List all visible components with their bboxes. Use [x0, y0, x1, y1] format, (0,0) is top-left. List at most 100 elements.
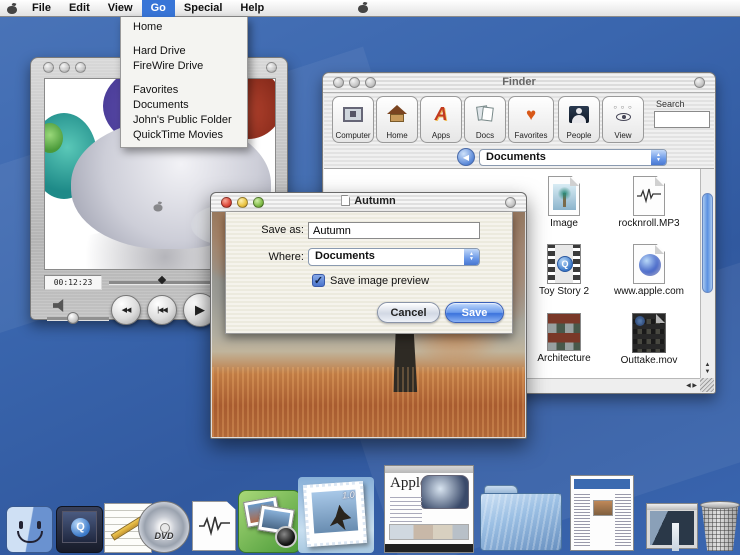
- volume-slider-knob[interactable]: [67, 312, 79, 324]
- search-input[interactable]: [654, 111, 710, 128]
- dock-webpage-icon[interactable]: [570, 475, 634, 551]
- menu-item-johns-public-folder[interactable]: John's Public Folder: [121, 113, 247, 128]
- dock-finder-icon[interactable]: [6, 506, 53, 553]
- toolbar-computer-button[interactable]: Computer: [332, 96, 374, 143]
- menu-item-home[interactable]: Home: [121, 20, 247, 35]
- file-toystory[interactable]: Q Toy Story 2: [522, 244, 606, 297]
- finder-titlebar[interactable]: Finder: [323, 73, 715, 93]
- save-as-label: Save as:: [234, 224, 304, 236]
- dock-photo-window-icon[interactable]: [646, 503, 698, 549]
- where-label: Where:: [234, 251, 304, 263]
- menu-item-firewire-drive[interactable]: FireWire Drive: [121, 59, 247, 74]
- dock-trash-icon[interactable]: [700, 501, 740, 551]
- desktop: 00:12:23 ◀◀ |◀◀ ▶ ■ Finder C: [0, 0, 740, 555]
- dvd-label: DVD: [154, 531, 173, 541]
- file-rocknroll[interactable]: rocknroll.MP3: [607, 176, 691, 229]
- menu-edit[interactable]: Edit: [60, 0, 99, 17]
- speaker-icon: [53, 299, 68, 312]
- window-close-button[interactable]: [43, 62, 54, 73]
- toolbar-label: Home: [377, 131, 417, 140]
- save-sheet: Save as: Where: Documents ▲▼ ✓ Save imag…: [225, 212, 513, 334]
- file-image[interactable]: Image: [522, 176, 606, 229]
- menu-item-favorites[interactable]: Favorites: [121, 83, 247, 98]
- back-button[interactable]: ◀: [457, 148, 475, 166]
- menu-view[interactable]: View: [99, 0, 142, 17]
- dock-quicktime-icon[interactable]: Q: [56, 506, 103, 553]
- toolbar-label: View: [603, 131, 643, 140]
- search-label: Search: [656, 99, 685, 109]
- dock-audio-file-icon[interactable]: [192, 501, 236, 551]
- file-name: www.apple.com: [607, 286, 691, 297]
- menu-separator: [121, 35, 247, 44]
- popup-arrows-icon: ▲▼: [651, 150, 666, 165]
- toolbar-label: Computer: [333, 131, 373, 140]
- window-widget-button[interactable]: [505, 197, 516, 208]
- toolbar-label: Favorites: [509, 131, 553, 140]
- scrollbar-arrows[interactable]: ▲▼: [701, 362, 714, 376]
- menu-help[interactable]: Help: [231, 0, 273, 17]
- window-title: Finder: [323, 76, 715, 88]
- autumn-titlebar[interactable]: Autumn: [211, 193, 526, 212]
- menu-item-hard-drive[interactable]: Hard Drive: [121, 44, 247, 59]
- picture-file-icon: [547, 313, 581, 351]
- file-outtake[interactable]: Outtake.mov: [607, 313, 691, 366]
- toolbar-home-button[interactable]: Home: [376, 96, 418, 143]
- dock-dvd-player-icon[interactable]: DVD: [138, 501, 190, 553]
- rewind-icon: ◀◀: [122, 306, 131, 314]
- where-popup[interactable]: Documents ▲▼: [308, 248, 480, 266]
- location-popup[interactable]: Documents ▲▼: [479, 149, 667, 166]
- check-icon: ✓: [314, 275, 323, 287]
- stamp-version: 1.0: [342, 490, 355, 501]
- menu-item-documents[interactable]: Documents: [121, 98, 247, 113]
- save-preview-checkbox[interactable]: ✓: [312, 274, 325, 287]
- dock-apple-webpage-icon[interactable]: Apple: [384, 465, 474, 553]
- skip-to-start-button[interactable]: |◀◀: [147, 295, 177, 325]
- cancel-button[interactable]: Cancel: [377, 302, 440, 323]
- window-zoom-button[interactable]: [75, 62, 86, 73]
- home-icon: [387, 105, 407, 123]
- file-name: Architecture: [522, 353, 606, 364]
- toolbar-label: People: [559, 131, 599, 140]
- quicktime-time-display: 00:12:23: [44, 275, 102, 290]
- window-minimize-button[interactable]: [59, 62, 70, 73]
- rewind-button[interactable]: ◀◀: [111, 295, 141, 325]
- toolbar-view-button[interactable]: ○ ○ ○ View: [602, 96, 644, 143]
- app-menu-icon[interactable]: [7, 3, 17, 14]
- image-file-icon: [548, 176, 580, 216]
- save-as-input[interactable]: [308, 222, 480, 239]
- window-widget-button[interactable]: [694, 77, 705, 88]
- menu-bar: File Edit View Go Special Help: [0, 0, 740, 17]
- view-icon: ○ ○ ○: [612, 105, 634, 123]
- window-widget-button[interactable]: [266, 62, 277, 73]
- apple-logo-icon: [358, 2, 368, 13]
- save-button[interactable]: Save: [445, 302, 504, 323]
- toolbar-docs-button[interactable]: Docs: [464, 96, 506, 143]
- dock-mail-stamp-icon[interactable]: 1.0: [298, 477, 374, 553]
- menu-go[interactable]: Go: [142, 0, 175, 17]
- skip-to-start-icon: |◀◀: [157, 306, 167, 314]
- docs-icon: [475, 105, 495, 123]
- file-architecture[interactable]: Architecture: [522, 313, 606, 364]
- resize-grip[interactable]: [700, 378, 714, 392]
- toolbar-people-button[interactable]: People: [558, 96, 600, 143]
- vertical-scrollbar-thumb[interactable]: [702, 193, 713, 293]
- popup-arrows-icon: ▲▼: [464, 249, 479, 265]
- leaf-ground: [212, 367, 525, 437]
- apps-icon: A: [435, 104, 448, 125]
- dock-folder-icon[interactable]: [480, 485, 562, 551]
- file-name: Image: [522, 218, 606, 229]
- dock-photos-icon[interactable]: [238, 490, 301, 553]
- menu-separator: [121, 74, 247, 83]
- website-file-icon: [633, 244, 665, 284]
- file-website[interactable]: www.apple.com: [607, 244, 691, 297]
- vertical-scrollbar[interactable]: ▲▼: [700, 169, 714, 378]
- dark-movie-file-icon: [632, 313, 666, 353]
- menu-item-quicktime-movies[interactable]: QuickTime Movies: [121, 128, 247, 143]
- finder-toolbar: Computer Home A Apps Docs ♥ Favorites Pe…: [324, 93, 714, 169]
- menu-file[interactable]: File: [23, 0, 60, 17]
- scrollbar-arrows[interactable]: ◀ ▶: [686, 382, 697, 389]
- toolbar-apps-button[interactable]: A Apps: [420, 96, 462, 143]
- toolbar-favorites-button[interactable]: ♥ Favorites: [508, 96, 554, 143]
- menu-special[interactable]: Special: [175, 0, 232, 17]
- autumn-document-window[interactable]: Autumn Save as: Where: Documents ▲▼ ✓: [210, 192, 527, 439]
